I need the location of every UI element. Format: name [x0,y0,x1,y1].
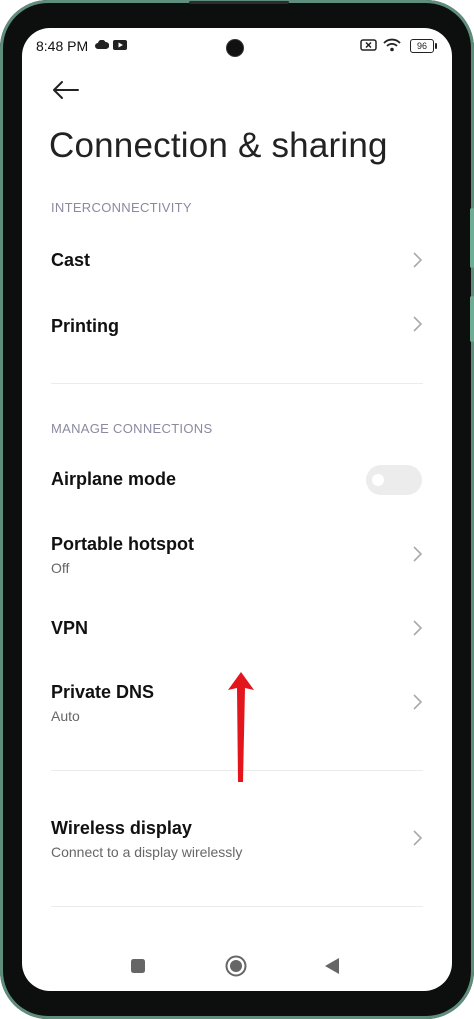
item-title: Wireless display [51,818,192,838]
power-button [470,296,474,342]
item-title: Airplane mode [51,469,177,489]
chevron-right-icon [413,546,423,562]
phone-frame: 8:48 PM 96 Connection & sharing INTERCON… [0,0,474,1019]
recents-square-icon[interactable] [130,958,146,974]
navigation-bar [22,948,452,984]
chevron-right-icon [413,252,423,268]
youtube-icon [113,40,127,50]
chevron-right-icon [413,316,423,332]
airplane-mode-toggle[interactable] [366,465,422,495]
close-box-icon [360,39,377,51]
chevron-right-icon [413,620,423,636]
arrow-left-icon[interactable] [48,72,84,108]
item-title: Portable hotspot [51,534,194,554]
portable-hotspot-item[interactable]: Portable hotspot Off [22,524,452,588]
cloud-icon [95,40,109,49]
printing-item[interactable]: Printing [22,302,452,364]
section-header-interconnectivity: INTERCONNECTIVITY [51,200,192,215]
status-time: 8:48 PM [36,38,89,54]
speaker-grille [189,1,289,4]
back-triangle-icon[interactable] [324,957,340,975]
item-subtitle: Connect to a display wirelessly [51,844,243,860]
red-up-arrow-icon [228,672,254,782]
item-subtitle: Auto [51,708,80,724]
section-header-manage-connections: MANAGE CONNECTIONS [51,421,213,436]
home-circle-icon[interactable] [225,955,247,977]
status-bar: 8:48 PM 96 [22,28,452,64]
chevron-right-icon [413,694,423,710]
wifi-icon [383,38,401,52]
toggle-knob [372,474,384,486]
cast-item[interactable]: Cast [22,236,452,298]
item-title: VPN [51,618,89,638]
wireless-display-item[interactable]: Wireless display Connect to a display wi… [22,808,452,872]
screen: 8:48 PM 96 Connection & sharing INTERCON… [22,28,452,991]
volume-button [470,208,474,268]
item-title: Private DNS [51,682,155,702]
page-title: Connection & sharing [49,126,388,165]
chevron-right-icon [413,830,423,846]
item-title: Cast [51,250,91,270]
battery-icon: 96 [410,39,437,53]
divider [51,383,423,384]
vpn-item[interactable]: VPN [22,606,452,652]
divider [51,906,423,907]
item-title: Printing [51,316,119,336]
item-subtitle: Off [51,560,70,576]
front-camera [227,40,243,56]
